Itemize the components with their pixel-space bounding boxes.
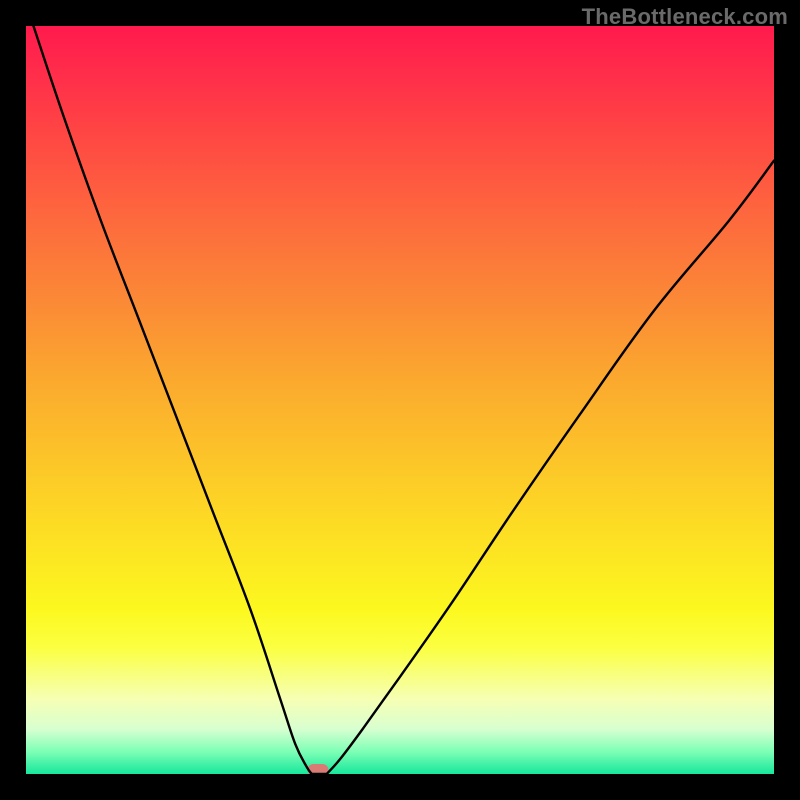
chart-frame: TheBottleneck.com bbox=[0, 0, 800, 800]
gradient-background bbox=[26, 26, 774, 774]
plot-area bbox=[26, 26, 774, 774]
